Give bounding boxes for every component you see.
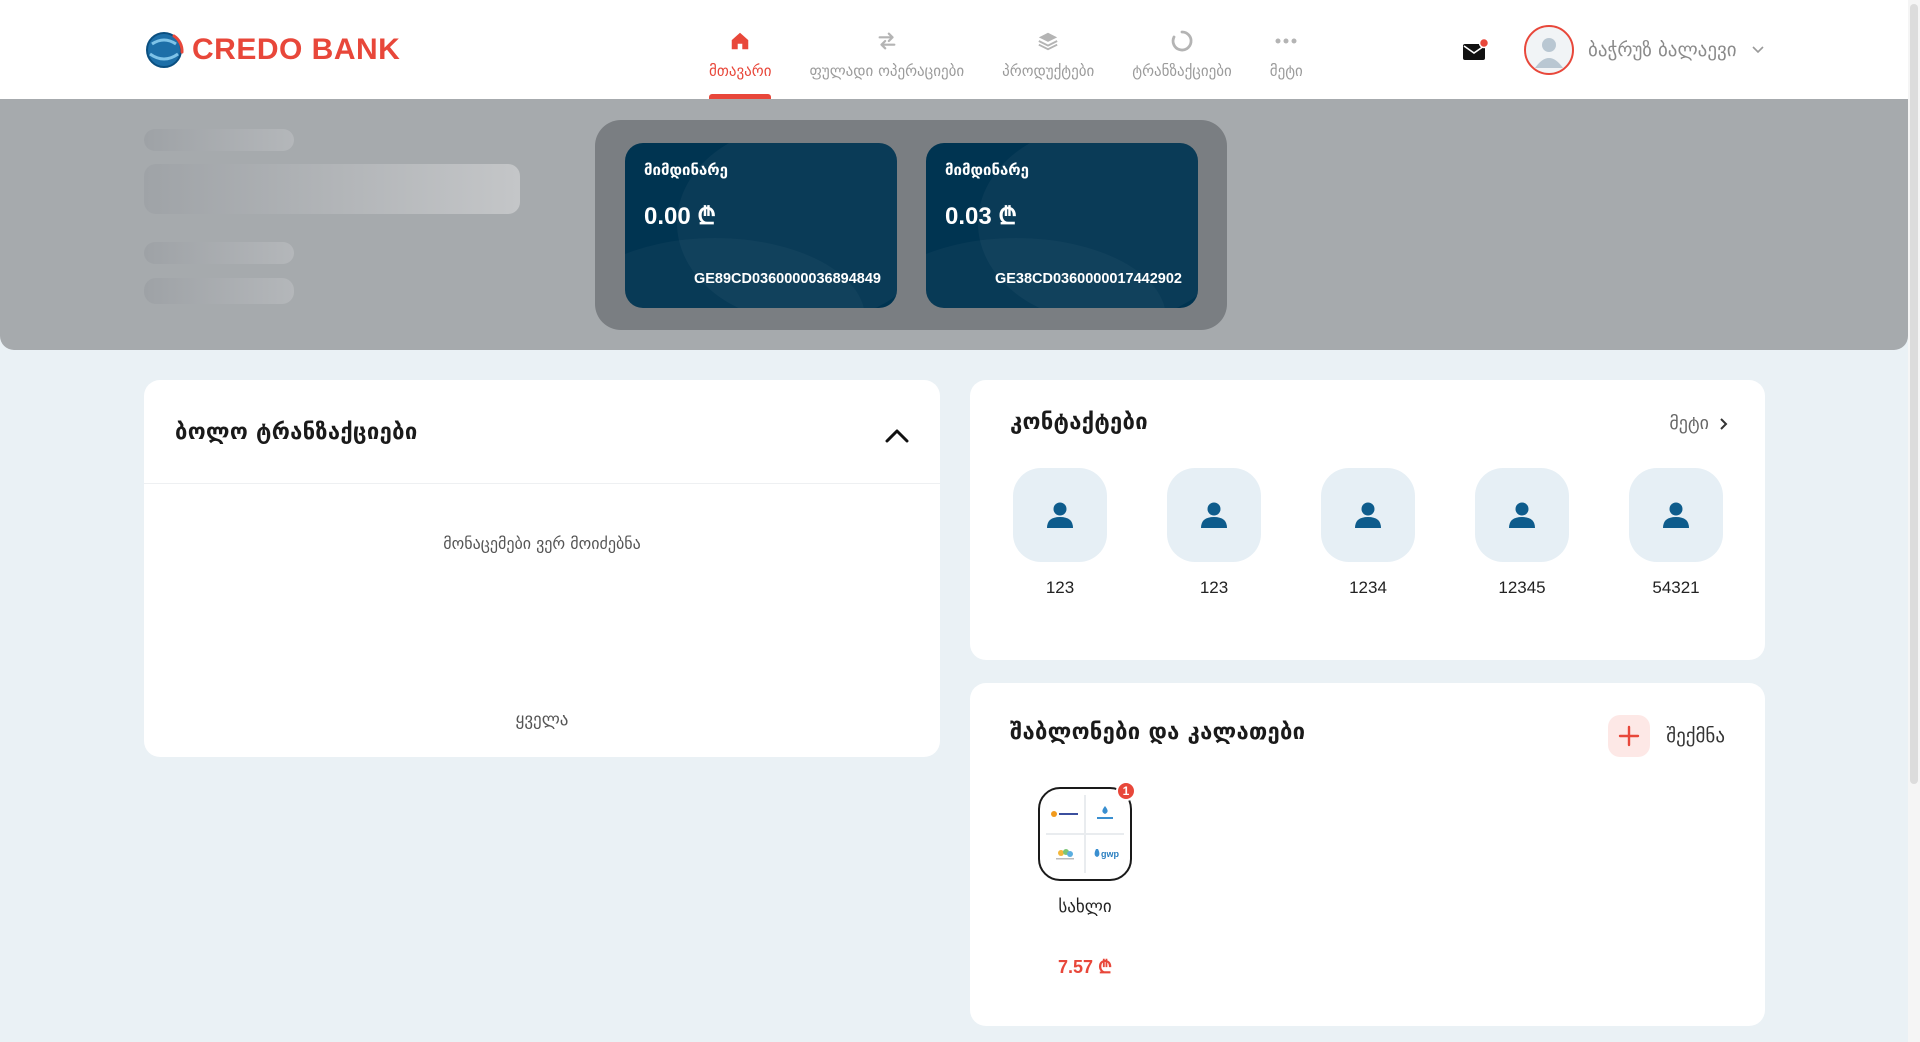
transfer-arrows-icon [875,28,899,54]
user-menu[interactable]: ბაჭრუზ ბალაევი [1524,25,1765,75]
contact-avatar [1167,468,1261,562]
basket-tile: gwp 1 [1038,781,1136,881]
basket-amount: 7.57 ₾ [1058,957,1112,977]
account-card[interactable]: მიმდინარე 0.00 ₾ GE89CD0360000036894849 [625,143,897,308]
contact-item[interactable]: 123 [1167,468,1261,598]
nav-item-label: მთავარი [709,62,772,80]
account-iban: GE38CD0360000017442902 [994,271,1182,287]
main-nav: მთავარი ფულადი ოპერაციები პროდუქტები ტრა… [690,0,1322,99]
scrollbar-thumb[interactable] [1910,4,1918,784]
nav-item-transactions[interactable]: ტრანზაქციები [1113,0,1251,99]
contact-name: 12345 [1498,578,1546,597]
contacts-panel: კონტაქტები მეტი 123 123 1234 12345 54321 [970,380,1765,660]
divider [144,483,940,484]
top-header: CREDO BANK მთავარი ფულადი ოპერაციები პრო… [0,0,1908,99]
templates-baskets-panel: შაბლონები და კალათები შექმნა gwp 1 სახლი… [970,683,1765,1026]
create-template-button[interactable]: შექმნა [1608,715,1725,757]
contact-name: 1234 [1349,578,1387,597]
envelope-icon[interactable] [1462,37,1490,62]
nav-item-home[interactable]: მთავარი [690,0,790,99]
circle-progress-icon [1170,28,1194,54]
provider-logo-icon [1046,795,1084,833]
loading-skeleton-line [144,278,294,304]
panel-title: კონტაქტები [1010,410,1148,435]
contact-name: 123 [1199,578,1229,597]
person-icon [1201,502,1227,528]
empty-state-text: მონაცემები ვერ მოიძებნა [443,534,641,553]
contact-avatar [1475,468,1569,562]
nav-item-products[interactable]: პროდუქტები [983,0,1113,99]
nav-item-label: პროდუქტები [1002,62,1095,80]
more-label: მეტი [1669,413,1709,434]
account-type: მიმდინარე [945,161,1029,179]
nav-item-label: ფულადი ოპერაციები [809,62,965,80]
nav-item-label: ტრანზაქციები [1132,62,1232,80]
person-icon [1509,502,1535,528]
user-name: ბაჭრუზ ბალაევი [1588,39,1737,61]
contact-name: 123 [1045,578,1075,597]
chevron-up-icon[interactable] [882,421,912,451]
contact-item[interactable]: 54321 [1629,468,1723,598]
home-icon [729,28,751,54]
nav-item-label: მეტი [1269,62,1303,80]
basket-item[interactable]: gwp 1 სახლი 7.57 ₾ [1038,781,1136,979]
nav-item-money-operations[interactable]: ფულადი ოპერაციები [790,0,983,99]
person-icon [1663,502,1689,528]
account-balance: 0.00 ₾ [644,203,716,230]
avatar [1524,25,1574,75]
account-iban: GE89CD0360000036894849 [693,271,881,287]
recent-transactions-panel: ბოლო ტრანზაქციები მონაცემები ვერ მოიძებნ… [144,380,940,757]
logo-mark-icon [146,32,184,68]
account-card[interactable]: მიმდინარე 0.03 ₾ GE38CD0360000017442902 [926,143,1198,308]
page-scrollbar[interactable] [1908,0,1920,1042]
view-all-link[interactable]: ყველა [144,710,940,730]
account-type: მიმდინარე [644,161,728,179]
nav-item-more[interactable]: მეტი [1251,0,1322,99]
account-balance: 0.03 ₾ [945,203,1017,230]
provider-logo-icon: gwp [1086,835,1124,873]
notification-badge: 1 [1116,781,1136,801]
contact-item[interactable]: 1234 [1321,468,1415,598]
loading-skeleton-line [144,242,294,264]
contact-item[interactable]: 123 [1013,468,1107,598]
basket-name: სახლი [1058,897,1112,917]
logo-text: CREDO BANK [192,33,401,66]
panel-title: შაბლონები და კალათები [1010,720,1306,745]
provider-logo-icon [1086,795,1124,833]
contact-name: 54321 [1652,578,1700,597]
create-label: შექმნა [1666,725,1725,747]
contact-avatar [1013,468,1107,562]
contact-avatar [1321,468,1415,562]
provider-logo-icon [1046,835,1084,873]
contact-avatar [1629,468,1723,562]
chevron-right-icon [1720,417,1728,430]
more-dots-icon [1274,28,1298,54]
svg-text:gwp: gwp [1101,849,1119,859]
credo-bank-logo[interactable]: CREDO BANK [144,29,400,71]
person-icon [1047,502,1073,528]
panel-title: ბოლო ტრანზაქციები [175,420,418,445]
chevron-down-icon [1751,46,1764,54]
loading-skeleton-line [144,129,294,151]
contact-item[interactable]: 12345 [1475,468,1569,598]
loading-skeleton-block [144,164,520,214]
person-icon [1355,502,1381,528]
plus-icon [1608,715,1651,757]
contacts-more-link[interactable]: მეტი [1669,413,1729,434]
layers-icon [1036,28,1060,54]
